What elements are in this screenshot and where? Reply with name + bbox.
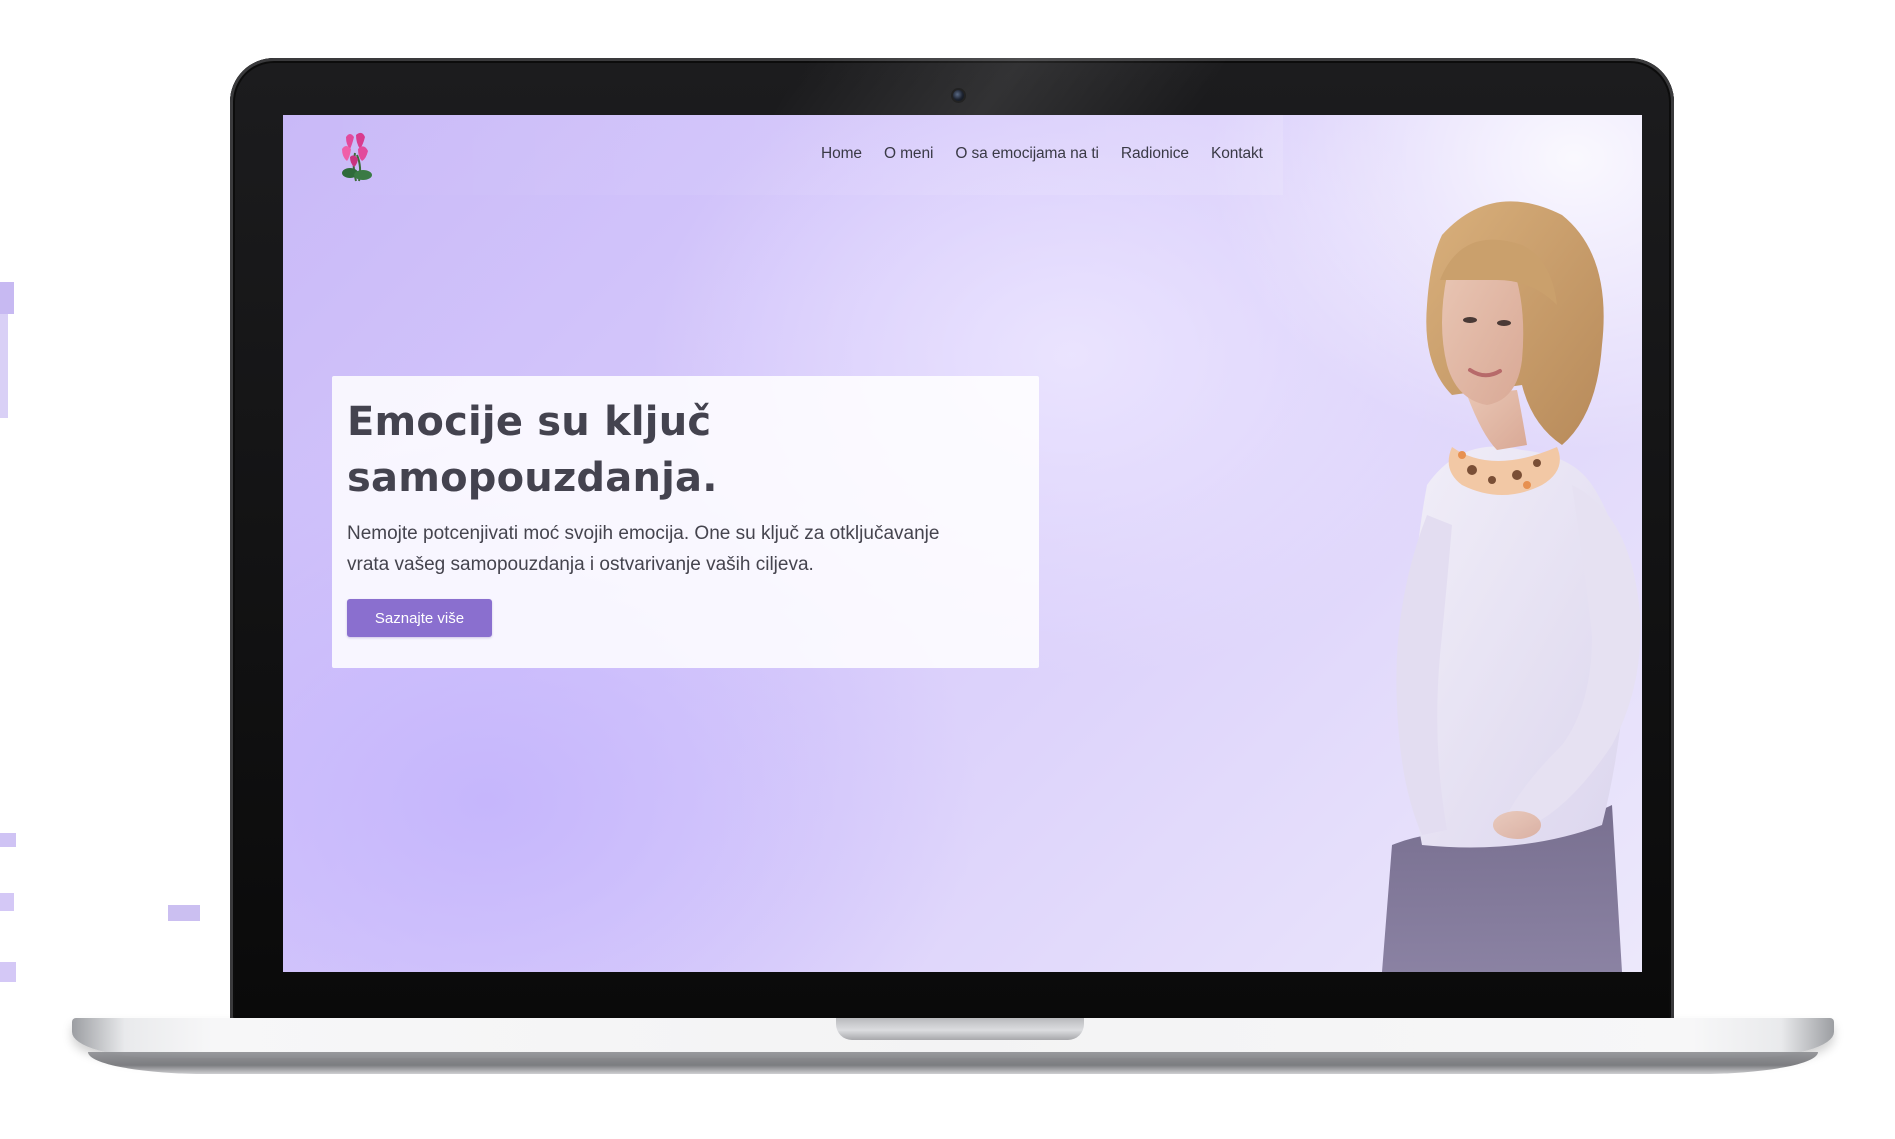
nav-item-home[interactable]: Home bbox=[821, 145, 862, 163]
decorative-fragment bbox=[0, 282, 14, 314]
webcam-icon bbox=[953, 90, 964, 101]
decorative-fragment bbox=[0, 314, 8, 418]
decorative-fragment bbox=[168, 905, 200, 921]
navbar: Home O meni O sa emocijama na ti Radioni… bbox=[283, 115, 1283, 195]
learn-more-button[interactable]: Saznajte više bbox=[347, 599, 492, 637]
main-nav: Home O meni O sa emocijama na ti Radioni… bbox=[821, 145, 1263, 163]
laptop-base-lip bbox=[88, 1052, 1818, 1074]
decorative-fragment bbox=[0, 962, 16, 982]
nav-item-o-sa-emocijama[interactable]: O sa emocijama na ti bbox=[955, 145, 1099, 163]
nav-item-o-meni[interactable]: O meni bbox=[884, 145, 933, 163]
hero-text: Nemojte potcenjivati moć svojih emocija.… bbox=[347, 523, 940, 575]
woman-portrait-image bbox=[1382, 201, 1641, 972]
hero-card: Emocije su ključ samopouzdanja. Nemojte … bbox=[332, 376, 1039, 668]
nav-item-radionice[interactable]: Radionice bbox=[1121, 145, 1189, 163]
nav-item-kontakt[interactable]: Kontakt bbox=[1211, 145, 1263, 163]
website-screen: Home O meni O sa emocijama na ti Radioni… bbox=[283, 115, 1642, 972]
cyclamen-flower-logo[interactable] bbox=[338, 131, 374, 183]
decorative-fragment bbox=[0, 833, 16, 847]
device-mockup: Home O meni O sa emocijama na ti Radioni… bbox=[0, 0, 1895, 1139]
hero-title: Emocije su ključ samopouzdanja. bbox=[347, 399, 718, 501]
decorative-fragment bbox=[0, 893, 14, 911]
lid-glare bbox=[773, 58, 1227, 116]
laptop-hinge-notch bbox=[836, 1018, 1084, 1040]
